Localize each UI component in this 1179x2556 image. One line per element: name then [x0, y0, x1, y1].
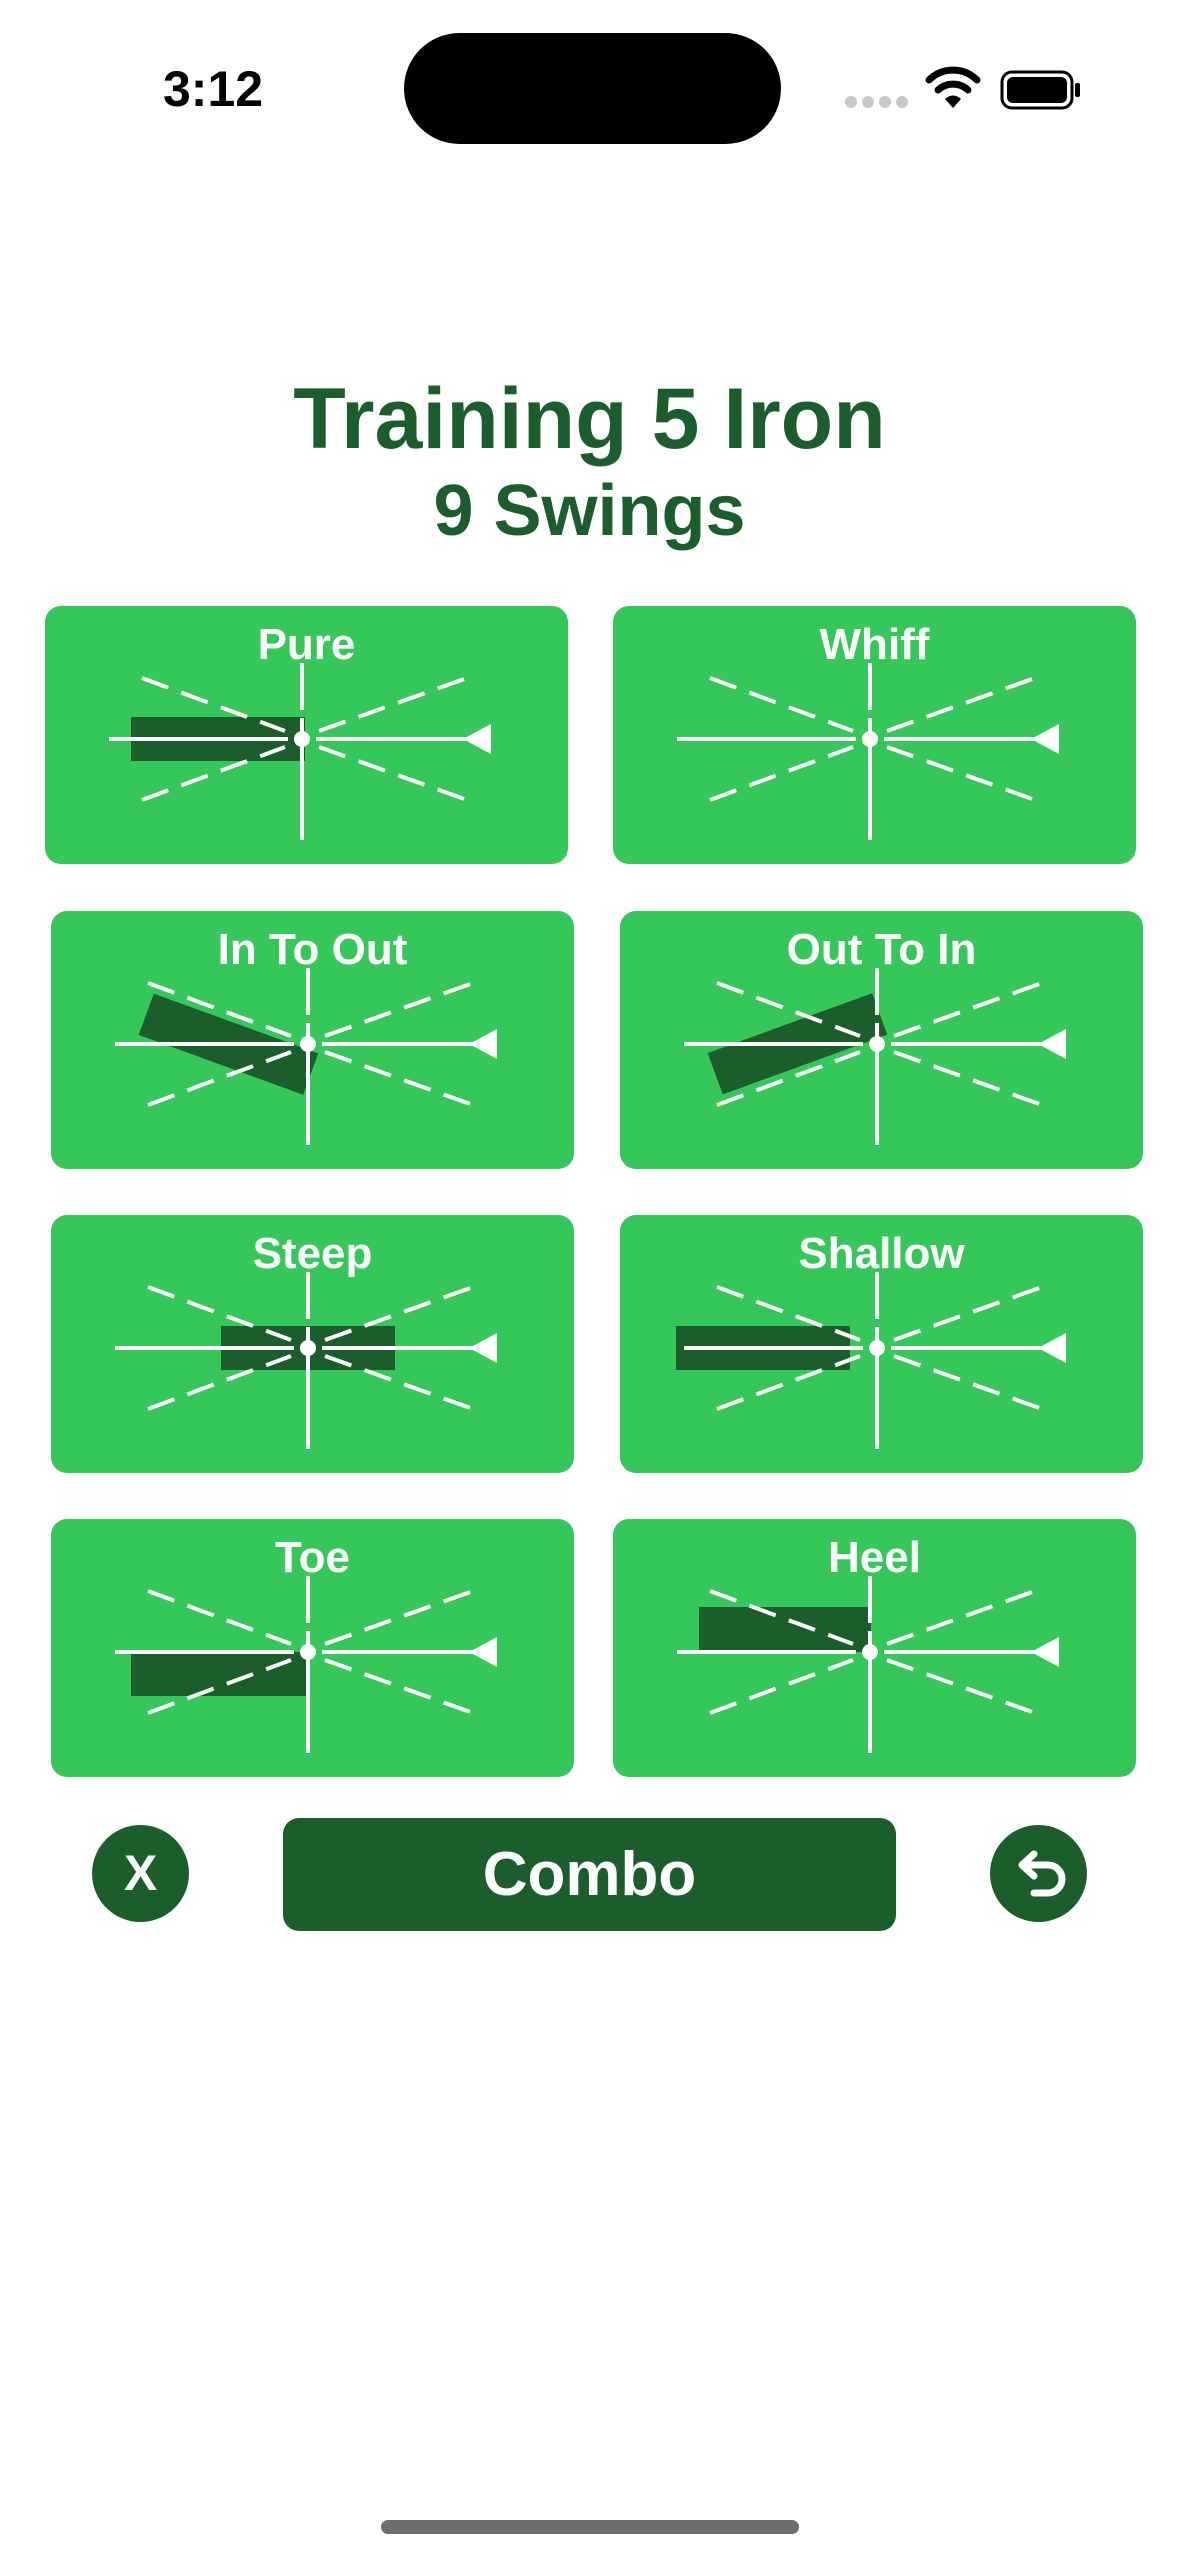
- status-time: 3:12: [163, 61, 264, 117]
- dashed-line: [886, 1589, 1036, 1646]
- direction-arrow: [1038, 1029, 1066, 1059]
- ball-dot: [862, 1644, 878, 1660]
- ball-dot: [869, 1036, 885, 1052]
- card-in-to-out[interactable]: In To Out: [51, 911, 574, 1169]
- page-title: Training 5 Iron: [293, 371, 886, 467]
- dashed-line: [886, 745, 1036, 802]
- cellular-signal-icon: [845, 96, 909, 108]
- dashed-line: [147, 1354, 292, 1411]
- battery-icon: [1000, 70, 1080, 110]
- swing-path-diagram: [677, 1576, 1059, 1753]
- swing-path-diagram: [115, 1576, 497, 1753]
- card-toe[interactable]: Toe: [51, 1519, 574, 1777]
- direction-arrow: [1038, 1333, 1066, 1363]
- direction-arrow: [469, 1029, 497, 1059]
- swing-path-diagram: [109, 663, 491, 840]
- ball-dot: [300, 1644, 316, 1660]
- direction-arrow: [1031, 1637, 1059, 1667]
- dashed-line: [893, 1354, 1043, 1411]
- card-out-to-in[interactable]: Out To In: [620, 911, 1143, 1169]
- undo-icon: [1018, 1850, 1066, 1897]
- swing-path-diagram: [115, 1272, 497, 1449]
- home-indicator: [381, 2520, 799, 2534]
- dashed-line: [324, 1285, 474, 1342]
- dashed-line: [893, 1050, 1043, 1107]
- direction-arrow: [469, 1637, 497, 1667]
- direction-arrow: [1031, 724, 1059, 754]
- ball-dot: [294, 731, 310, 747]
- dashed-line: [709, 676, 854, 733]
- impact-marker: [131, 1652, 307, 1696]
- dashed-line: [886, 676, 1036, 733]
- swing-path-diagram: [115, 968, 497, 1145]
- close-button[interactable]: X: [92, 1825, 189, 1922]
- ball-dot: [300, 1340, 316, 1356]
- swing-path-diagram: [676, 1272, 1066, 1449]
- ball-dot: [300, 1036, 316, 1052]
- dashed-line: [709, 745, 854, 802]
- card-heel[interactable]: Heel: [613, 1519, 1136, 1777]
- dashed-line: [324, 1589, 474, 1646]
- impact-marker: [699, 1607, 871, 1652]
- dynamic-island: [404, 33, 781, 144]
- wifi-icon: [925, 66, 981, 108]
- swing-path-diagram: [677, 663, 1059, 840]
- dashed-line: [318, 745, 468, 802]
- swing-count: 9 Swings: [433, 471, 746, 551]
- dashed-line: [147, 1589, 292, 1646]
- card-steep[interactable]: Steep: [51, 1215, 574, 1473]
- dashed-line: [893, 1285, 1043, 1342]
- dashed-line: [324, 981, 474, 1038]
- direction-arrow: [469, 1333, 497, 1363]
- dashed-line: [318, 676, 468, 733]
- card-whiff[interactable]: Whiff: [613, 606, 1136, 864]
- ball-dot: [869, 1340, 885, 1356]
- dashed-line: [324, 1658, 474, 1715]
- card-pure[interactable]: Pure: [45, 606, 568, 864]
- dashed-line: [886, 1658, 1036, 1715]
- dashed-line: [147, 1285, 292, 1342]
- card-shallow[interactable]: Shallow: [620, 1215, 1143, 1473]
- swing-path-diagram: [684, 968, 1066, 1145]
- dashed-line: [324, 1050, 474, 1107]
- dashed-line: [324, 1354, 474, 1411]
- dashed-line: [893, 981, 1043, 1038]
- dashed-line: [709, 1658, 854, 1715]
- ball-dot: [862, 731, 878, 747]
- undo-button[interactable]: [990, 1825, 1087, 1922]
- direction-arrow: [463, 724, 491, 754]
- combo-button[interactable]: Combo: [283, 1818, 896, 1931]
